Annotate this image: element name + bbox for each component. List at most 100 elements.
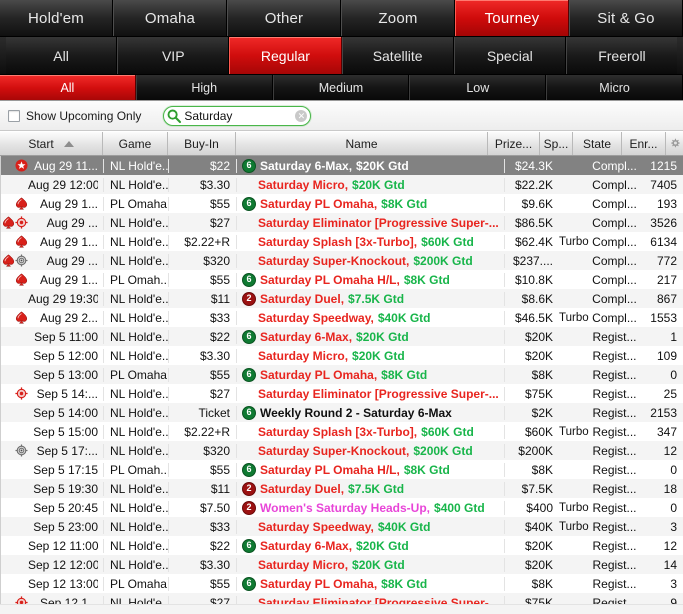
tournament-name: Saturday Eliminator [Progressive Super-.… [258, 386, 499, 401]
table-row[interactable]: Aug 29 1... NL Hold'e... $2.22+R Saturday S… [1, 232, 683, 251]
tab-omaha[interactable]: Omaha [113, 0, 227, 36]
cell-start: Sep 5 19:30 [1, 481, 104, 496]
table-row[interactable]: Sep 5 19:30 NL Hold'e... $11 2 Saturday Duel… [1, 479, 683, 498]
start-time: Aug 29 2... [39, 310, 98, 325]
cell-name: Saturday Speedway, $40K Gtd [237, 310, 505, 325]
guarantee-amount: $60K Gtd [421, 424, 474, 439]
spade-icon [15, 197, 28, 210]
search-box[interactable]: ✕ [163, 105, 312, 126]
guarantee-amount: $7.5K Gtd [348, 291, 405, 306]
table-row[interactable]: Sep 5 11:00 NL Hold'e... $22 6 Saturday 6-Ma… [1, 327, 683, 346]
table-row[interactable]: Sep 5 23:00 NL Hold'e... $33 Saturday Speed… [1, 517, 683, 536]
column-header-game[interactable]: Game [103, 132, 168, 155]
cell-start: Sep 5 17:... [1, 443, 104, 458]
guarantee-amount: $40K Gtd [377, 519, 431, 534]
tournament-table-body: Aug 29 11... NL Hold'e... $22 6 Saturday 6-M… [0, 156, 683, 604]
table-row[interactable]: Aug 29 ... NL Hold'e... $27 Saturday Elimin… [1, 213, 683, 232]
table-row[interactable]: Sep 5 17:15 PL Omah... $55 6 Saturday PL Oma… [1, 460, 683, 479]
column-header-name[interactable]: Name [236, 132, 488, 155]
start-time: Sep 5 20:45 [33, 500, 98, 515]
table-row[interactable]: Aug 29 2... NL Hold'e... $33 Saturday Speed… [1, 308, 683, 327]
checkbox-box[interactable] [8, 109, 20, 122]
cell-enrolled: 217 [656, 272, 677, 287]
cell-game: NL Hold'e... [104, 291, 169, 306]
table-row[interactable]: Sep 12 1... NL Hold'e... $27 Saturday Elimi… [1, 593, 683, 604]
tab-zoom[interactable]: Zoom [341, 0, 455, 36]
tab-all[interactable]: All [0, 75, 136, 100]
secondary-tab-bar: All VIP Regular Satellite Special Freeroll [0, 37, 683, 75]
table-row[interactable]: Sep 5 14:... NL Hold'e... $27 Saturday Elim… [1, 384, 683, 403]
spade-icon [15, 311, 28, 324]
table-row[interactable]: Aug 29 19:30 NL Hold'e... $11 2 Saturday Due… [1, 289, 683, 308]
tab-special[interactable]: Special [453, 37, 566, 74]
cell-start: Aug 29 19:30 [1, 291, 104, 306]
tab-low[interactable]: Low [409, 75, 547, 100]
clear-icon[interactable]: ✕ [295, 109, 308, 122]
column-header-prize[interactable]: Prize... [488, 132, 540, 155]
tab-vip[interactable]: VIP [117, 37, 230, 74]
table-row[interactable]: Sep 12 13:00 PL Omaha $55 6 Saturday PL Omah… [1, 574, 683, 593]
cell-prize: $7.5K [521, 481, 553, 496]
column-header-enr[interactable]: Enr... [622, 132, 666, 155]
column-header-speed[interactable]: Sp... [540, 132, 573, 155]
table-row[interactable]: Aug 29 12:00 NL Hold'e... $3.30 Saturday Mi… [1, 175, 683, 194]
column-header-state[interactable]: State [573, 132, 622, 155]
tab-label: Satellite [372, 47, 423, 64]
tab-regular[interactable]: Regular [229, 37, 342, 74]
table-row[interactable]: Sep 12 12:00 NL Hold'e... $3.30 Saturday Mi… [1, 555, 683, 574]
tab-sit-go[interactable]: Sit & Go [569, 0, 683, 36]
seat-count-badge: 6 [242, 272, 256, 287]
row-icons [1, 254, 28, 267]
sort-ascending-icon [63, 140, 74, 147]
start-time: Aug 29 1... [39, 272, 98, 287]
guarantee-amount: $60K Gtd [421, 234, 474, 249]
table-row[interactable]: Sep 5 12:00 NL Hold'e... $3.30 Saturday Mic… [1, 346, 683, 365]
cell-buy-in: $55 [169, 462, 237, 477]
cell-name: Saturday Micro, $20K Gtd [237, 177, 505, 192]
cell-prize: $10.8K [514, 272, 553, 287]
tournament-name: Saturday Duel, [260, 291, 345, 306]
cell-start: Aug 29 12:00 [1, 177, 104, 192]
tab-micro[interactable]: Micro [546, 75, 683, 100]
start-time: Aug 29 11... [34, 158, 98, 173]
tab-medium[interactable]: Medium [272, 75, 410, 100]
table-row[interactable]: Sep 5 20:45 NL Hold'e... $7.50 2 Women's Sat… [1, 498, 683, 517]
tab-hold-em[interactable]: Hold'em [0, 0, 113, 36]
cell-buy-in: $11 [169, 481, 237, 496]
guarantee-amount: $8K Gtd [403, 462, 450, 477]
cell-state: Regist... [592, 405, 637, 420]
tab-other[interactable]: Other [227, 0, 341, 36]
row-icons [1, 311, 28, 324]
cell-start: Sep 12 1... [1, 595, 104, 604]
super-knockout-icon [15, 254, 28, 267]
cell-prize: $200K [518, 443, 553, 458]
table-row[interactable]: Sep 5 14:00 NL Hold'e... Ticket 6 Weekly Rou… [1, 403, 683, 422]
seat-count-badge: 2 [242, 481, 256, 496]
column-header-start[interactable]: Start [0, 132, 103, 155]
table-row[interactable]: Aug 29 1... PL Omaha $55 6 Saturday PL Omaha… [1, 194, 683, 213]
cell-game: PL Omaha [104, 196, 169, 211]
table-row[interactable]: Sep 5 17:... NL Hold'e... $320 Saturday Sup… [1, 441, 683, 460]
tab-high[interactable]: High [135, 75, 273, 100]
tab-freeroll[interactable]: Freeroll [565, 37, 678, 74]
table-row[interactable]: Aug 29 11... NL Hold'e... $22 6 Saturday 6-M… [1, 156, 683, 175]
cell-enrolled: 1 [670, 329, 677, 344]
search-input[interactable] [182, 107, 296, 124]
column-header-buyin[interactable]: Buy-In [168, 132, 236, 155]
gear-icon[interactable] [666, 132, 683, 155]
show-upcoming-only-checkbox[interactable]: Show Upcoming Only [8, 109, 141, 123]
table-row[interactable]: Sep 5 13:00 PL Omaha $55 6 Saturday PL Omaha… [1, 365, 683, 384]
tab-all[interactable]: All [6, 37, 118, 74]
cell-start: Aug 29 1... [1, 234, 104, 249]
tab-label: Special [486, 47, 533, 64]
table-row[interactable]: Aug 29 ... NL Hold'e... $320 Saturday Super… [1, 251, 683, 270]
table-row[interactable]: Sep 5 15:00 NL Hold'e... $2.22+R Saturday S… [1, 422, 683, 441]
tab-satellite[interactable]: Satellite [341, 37, 454, 74]
table-row[interactable]: Aug 29 1... PL Omah... $55 6 Saturday PL Oma… [1, 270, 683, 289]
cell-prize: $86.5K [514, 215, 553, 230]
tab-label: Regular [260, 47, 310, 64]
cell-game: NL Hold'e... [104, 481, 169, 496]
cell-game: NL Hold'e... [104, 215, 169, 230]
tab-tourney[interactable]: Tourney [455, 0, 569, 36]
table-row[interactable]: Sep 12 11:00 NL Hold'e... $22 6 Saturday 6-M… [1, 536, 683, 555]
